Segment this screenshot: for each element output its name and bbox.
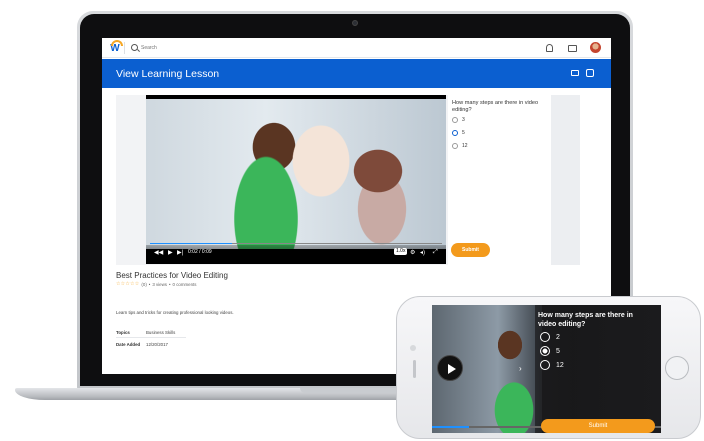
phone-camera (410, 345, 416, 351)
page-title: View Learning Lesson (116, 68, 220, 80)
radio-button-selected[interactable] (540, 346, 550, 356)
rating-count: (0) (141, 281, 147, 287)
user-avatar[interactable] (590, 42, 601, 53)
lesson-meta: ☆☆☆☆☆ (0) • 3 views • 0 comments (116, 281, 196, 287)
rewind-icon[interactable]: ◀◀ (154, 249, 163, 256)
phone-speaker (413, 360, 416, 378)
notifications-bell-icon[interactable] (546, 44, 553, 52)
phone-submit-button[interactable]: Submit (541, 419, 655, 433)
detail-label-topics: Topics (116, 330, 130, 335)
video-progress-fill (150, 243, 232, 244)
video-progress-bar[interactable] (150, 243, 442, 244)
volume-icon[interactable]: ◂) (420, 249, 425, 256)
phone-quiz-option-label: 5 (556, 347, 560, 355)
play-icon[interactable]: ▶ (168, 249, 173, 256)
star-rating-icon[interactable]: ☆☆☆☆☆ (116, 281, 139, 287)
quiz-question: How many steps are there in video editin… (452, 100, 539, 113)
playback-speed-badge[interactable]: 1.0x (394, 248, 408, 255)
skip-forward-icon[interactable]: ▶| (177, 249, 183, 256)
chevron-right-icon[interactable]: › (519, 364, 522, 373)
video-thumbnail (146, 99, 446, 249)
top-bar: W (102, 38, 611, 58)
divider (116, 337, 186, 338)
detail-value-date-added: 12/20/2017 (146, 342, 168, 347)
radio-button[interactable] (452, 117, 458, 123)
radio-button[interactable] (540, 332, 550, 342)
lesson-title: Best Practices for Video Editing (116, 271, 228, 280)
export-icon[interactable] (571, 70, 579, 76)
page-header: View Learning Lesson (102, 59, 611, 88)
quiz-option-label: 3 (462, 117, 465, 123)
meta-separator: • (148, 281, 151, 287)
quiz-option[interactable]: 5 (452, 130, 465, 136)
view-count: 3 views (152, 281, 167, 287)
phone-quiz-option[interactable]: 2 (540, 332, 560, 342)
quiz-option[interactable]: 3 (452, 117, 465, 123)
phone-screen: › How many steps are there in video edit… (432, 305, 661, 433)
play-icon[interactable] (437, 355, 463, 381)
radio-button[interactable] (452, 143, 458, 149)
laptop-camera (352, 20, 358, 26)
submit-button[interactable]: Submit (451, 243, 490, 257)
phone-progress-fill (432, 426, 469, 428)
quiz-option[interactable]: 12 (452, 143, 468, 149)
search-icon[interactable] (131, 44, 138, 51)
quiz-option-label: 5 (462, 130, 465, 136)
detail-label-date-added: Date Added (116, 342, 141, 347)
video-player[interactable]: ◀◀ ▶ ▶| 0:02 / 0:09 1.0x ⚙ ◂) ⤢ (146, 95, 446, 264)
quiz-option-label: 12 (462, 143, 468, 149)
search-input[interactable] (141, 43, 341, 53)
detail-value-topics[interactable]: Business Skills (146, 330, 175, 335)
meta-separator: • (168, 281, 171, 287)
phone-quiz-question: How many steps are there in video editin… (538, 312, 633, 328)
phone-quiz-option[interactable]: 5 (540, 346, 560, 356)
phone-quiz-option[interactable]: 12 (540, 360, 564, 370)
radio-button[interactable] (540, 360, 550, 370)
quiz-side-panel (551, 95, 580, 265)
settings-gear-icon[interactable]: ⚙ (410, 249, 415, 256)
fullscreen-icon[interactable]: ⤢ (433, 249, 438, 256)
print-icon[interactable] (586, 69, 594, 77)
video-time: 0:02 / 0:09 (188, 249, 212, 255)
phone-quiz-option-label: 12 (556, 361, 564, 369)
lesson-description: Learn tips and tricks for creating profe… (116, 310, 234, 315)
divider (124, 42, 125, 54)
inbox-icon[interactable] (568, 45, 577, 52)
phone-home-button[interactable] (665, 356, 689, 380)
comment-count[interactable]: 0 comments (173, 282, 197, 287)
quiz-panel: How many steps are there in video editin… (448, 95, 551, 265)
radio-button-selected[interactable] (452, 130, 458, 136)
workday-logo-icon[interactable]: W (108, 40, 123, 55)
phone-quiz-option-label: 2 (556, 333, 560, 341)
